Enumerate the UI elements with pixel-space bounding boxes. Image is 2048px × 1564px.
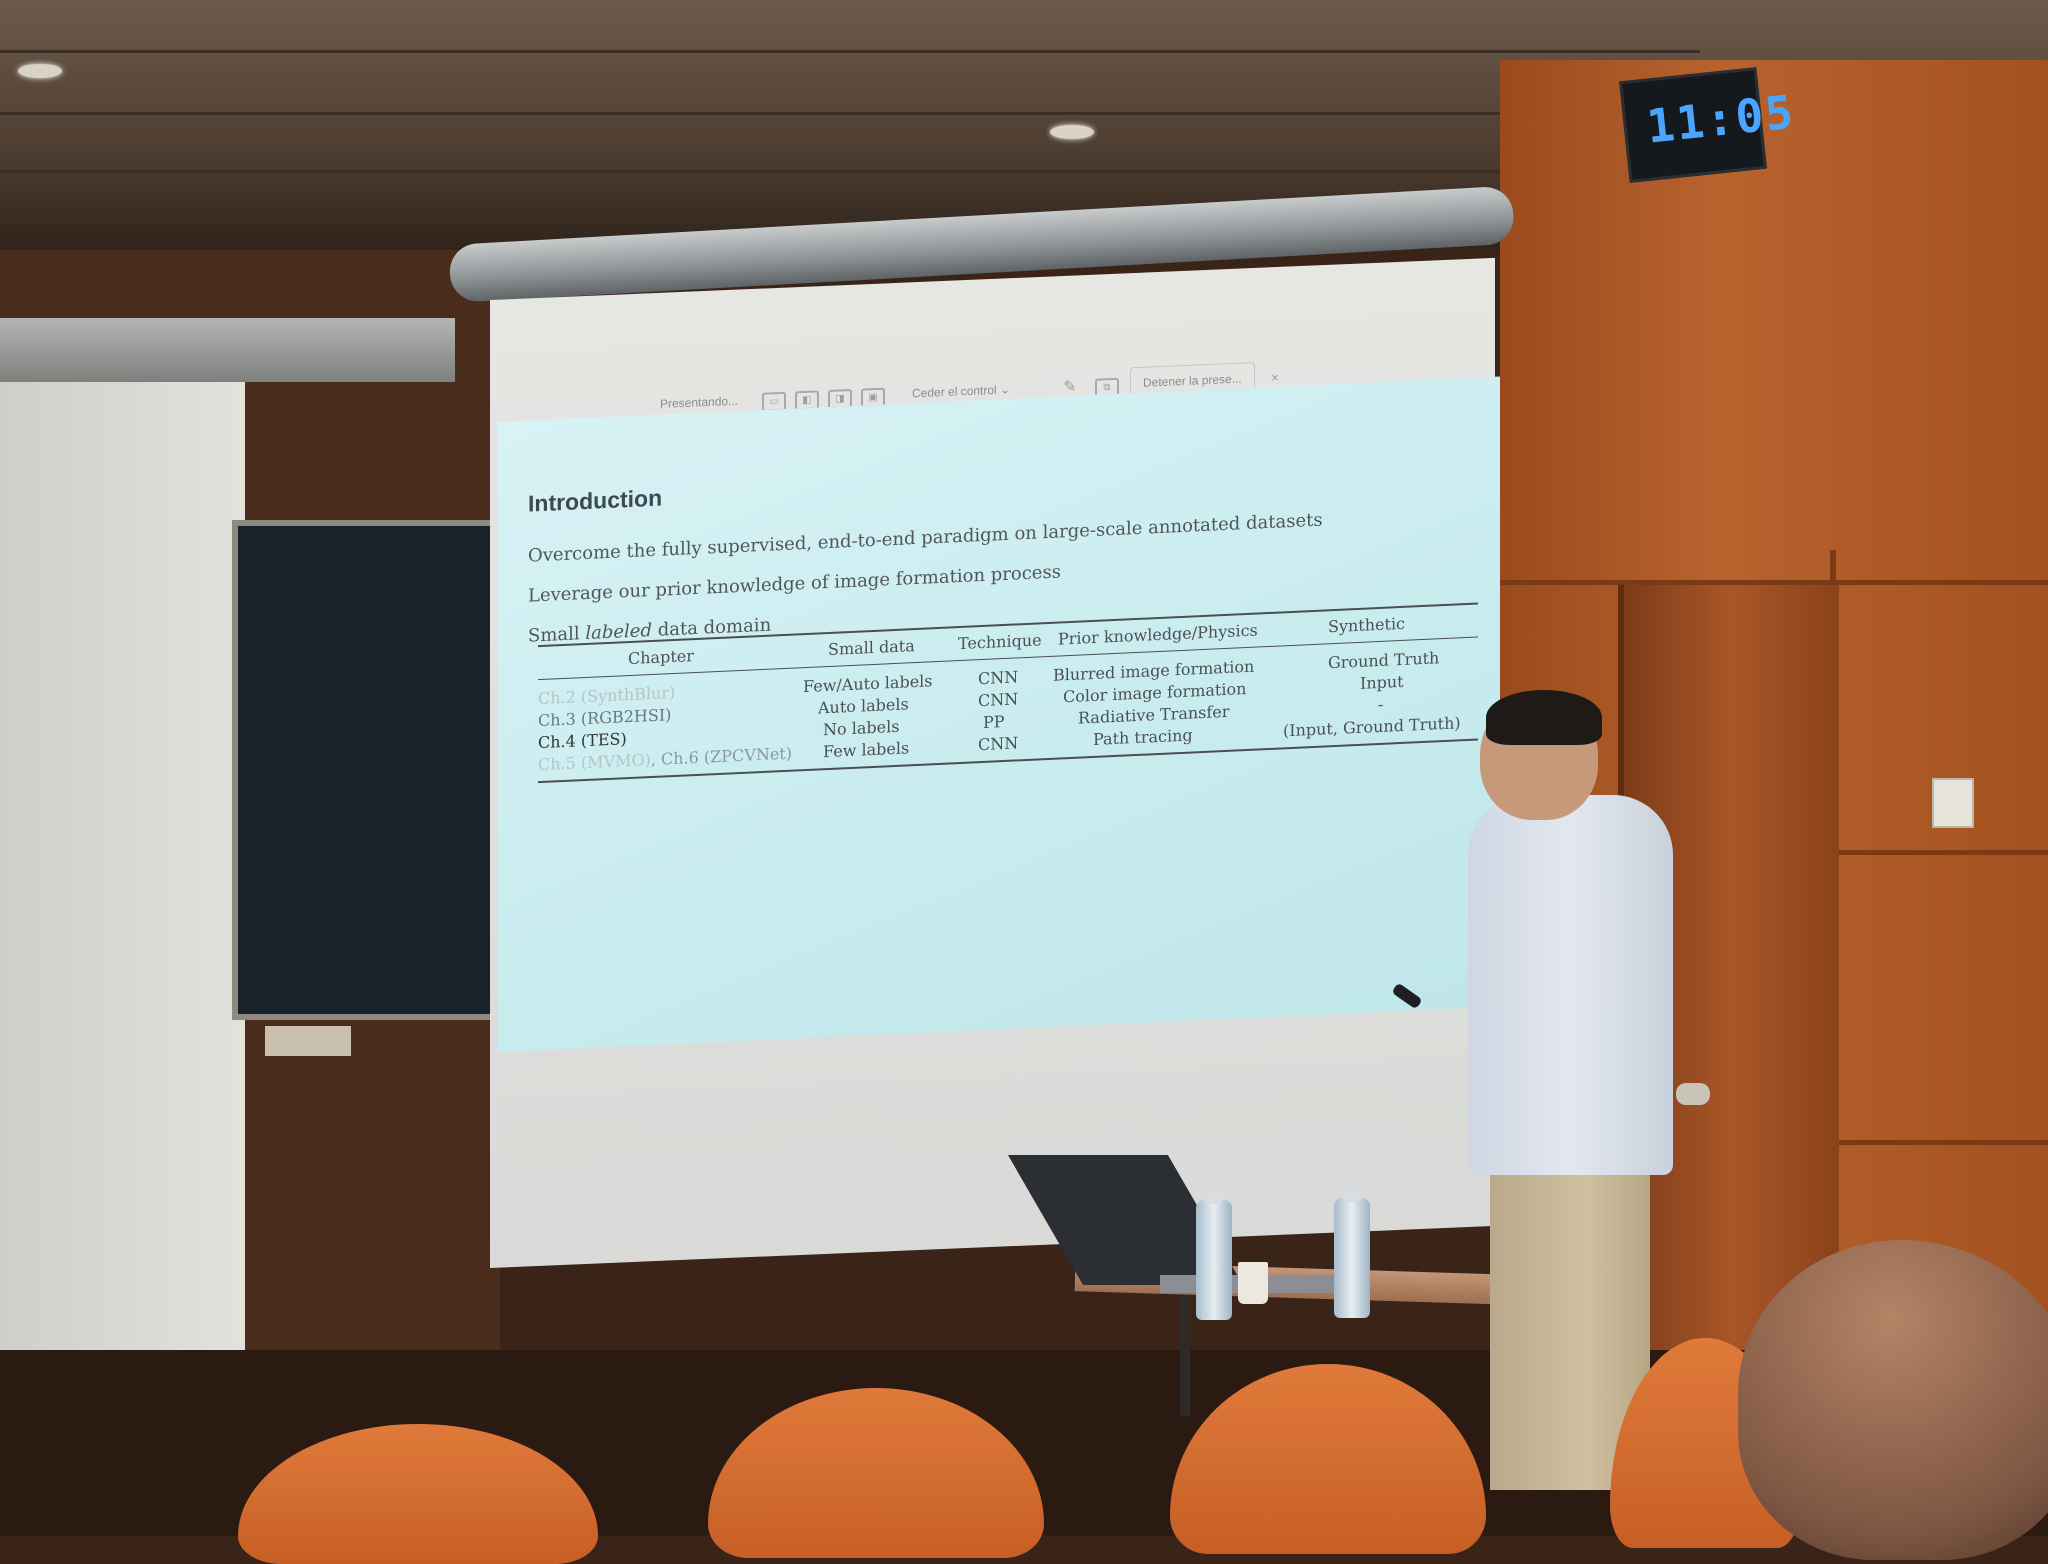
water-bottle <box>1196 1200 1232 1320</box>
audience-member-head <box>1738 1240 2048 1560</box>
desk-leg <box>1180 1296 1190 1416</box>
table-cell: - <box>1378 694 1384 715</box>
table-cell: Input <box>1360 671 1404 693</box>
table-cell: PP <box>983 711 1005 732</box>
slide-bullet-1: Overcome the fully supervised, end-to-en… <box>528 509 1323 567</box>
table-row: Ch.2 (SynthBlur) <box>538 682 676 709</box>
header-synthetic: Synthetic <box>1328 613 1406 637</box>
bottle-cap <box>1206 1190 1222 1204</box>
ceiling-seam <box>0 170 1700 173</box>
table-cell: Few/Auto labels <box>803 671 933 697</box>
table-cell: Ground Truth <box>1328 648 1440 673</box>
door-handle[interactable] <box>1676 1083 1710 1105</box>
paper-cup <box>1238 1262 1268 1304</box>
close-icon[interactable]: ✕ <box>1265 371 1285 387</box>
chapter-link: , Ch.6 (ZPCVNet) <box>650 743 792 770</box>
blackboard-tray <box>265 1026 351 1056</box>
presenting-label: Presentando... <box>660 393 739 411</box>
wall-panel-seam <box>1830 850 2048 855</box>
table-row: Ch.4 (TES) <box>538 729 627 753</box>
wall-panel-seam <box>1830 1140 2048 1145</box>
pen-icon[interactable]: ✎ <box>1060 379 1080 397</box>
header-prior-knowledge: Prior knowledge/Physics <box>1058 620 1258 649</box>
ceiling-light <box>1050 125 1094 139</box>
table-row: Ch.3 (RGB2HSI) <box>538 705 672 731</box>
header-technique: Technique <box>958 630 1042 654</box>
presenter-hair <box>1486 690 1602 745</box>
table-cell: Radiative Transfer <box>1078 701 1230 728</box>
ceiling-light <box>18 64 62 78</box>
ceiling-seam <box>0 112 1700 115</box>
table-cell: CNN <box>978 667 1019 689</box>
bottle-cap <box>1344 1188 1360 1202</box>
thermostat <box>1932 778 1974 828</box>
table-cell: Auto labels <box>818 694 909 718</box>
table-cell: Few labels <box>823 738 910 762</box>
presenter-shirt <box>1468 795 1673 1175</box>
slide: Introduction Overcome the fully supervis… <box>498 376 1500 1052</box>
table-cell: No labels <box>823 716 900 740</box>
wall-clock: 11:05 <box>1619 67 1797 183</box>
ceiling-seam <box>0 50 1700 53</box>
screen-housing <box>0 318 455 382</box>
give-control-label: Ceder el control <box>912 382 997 401</box>
table-cell: CNN <box>978 733 1019 755</box>
chevron-down-icon: ⌄ <box>1000 382 1011 397</box>
table-cell: CNN <box>978 689 1019 711</box>
slide-title: Introduction <box>528 484 663 517</box>
blackboard <box>232 520 512 1020</box>
header-small-data: Small data <box>828 636 915 660</box>
header-chapter: Chapter <box>628 646 694 669</box>
chapter-link: Ch.5 (MVMO) <box>538 750 651 775</box>
slide-bullet-2: Leverage our prior knowledge of image fo… <box>528 561 1061 607</box>
give-control-button[interactable]: Ceder el control ⌄ <box>912 382 1010 400</box>
table-cell: Path tracing <box>1093 725 1193 749</box>
whiteboard-panel <box>0 370 245 1390</box>
table-cell: (Input, Ground Truth) <box>1283 713 1461 741</box>
water-bottle <box>1334 1198 1370 1318</box>
